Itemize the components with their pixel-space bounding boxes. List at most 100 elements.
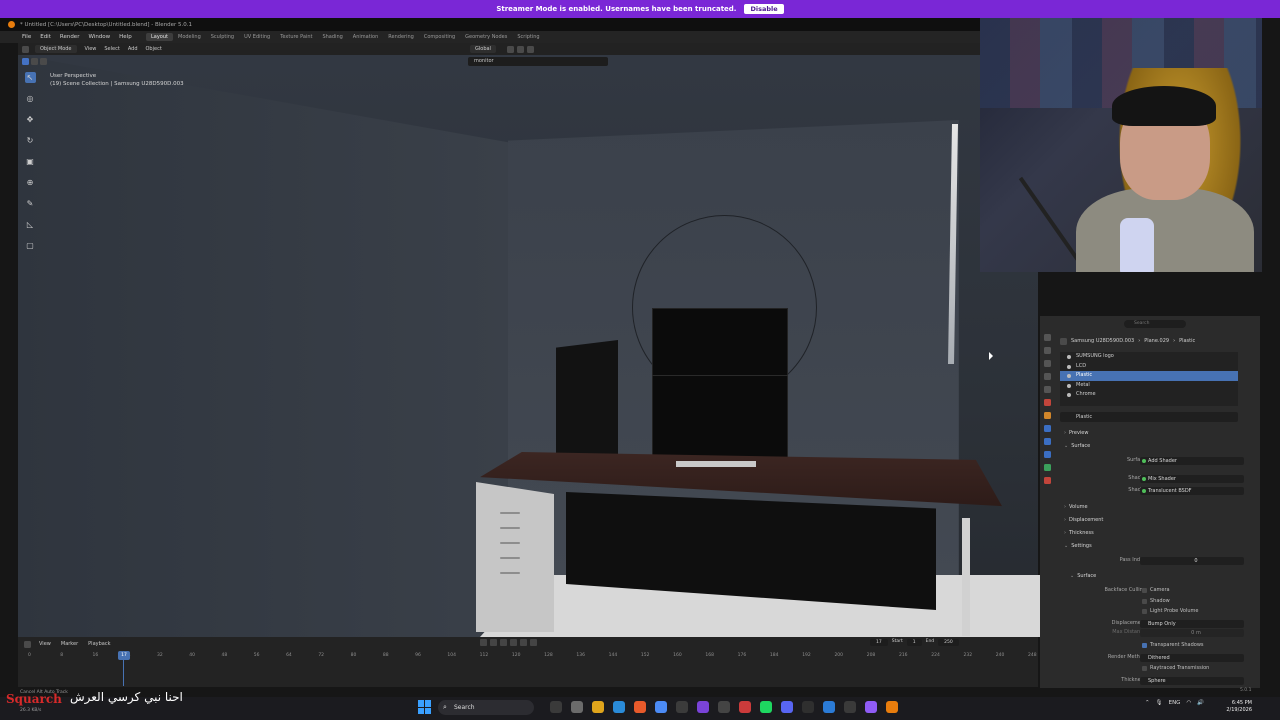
select-tool-icon[interactable]: ↖ bbox=[24, 72, 36, 83]
monitor-object[interactable] bbox=[652, 308, 788, 458]
tool-tab-icon[interactable] bbox=[1044, 334, 1051, 341]
current-frame-field[interactable]: 17 bbox=[870, 639, 888, 646]
menu-file[interactable]: File bbox=[22, 34, 31, 40]
cursor-tool-icon[interactable]: ◎ bbox=[25, 93, 36, 104]
menu-render[interactable]: Render bbox=[60, 34, 80, 40]
timeline-view-menu[interactable]: View bbox=[39, 641, 51, 647]
jump-keyframe-back-icon[interactable] bbox=[490, 639, 497, 646]
section-preview[interactable]: Preview bbox=[1064, 430, 1088, 436]
output-tab-icon[interactable] bbox=[1044, 360, 1051, 367]
shadow-checkbox[interactable]: Shadow bbox=[1142, 598, 1170, 604]
drawer-cabinet-object[interactable] bbox=[476, 482, 554, 632]
displacement-dropdown[interactable]: Bump Only bbox=[1140, 620, 1244, 628]
timeline-ruler[interactable]: 0816243240485664728088961041121201281361… bbox=[18, 652, 1038, 662]
thickness-dropdown[interactable]: Sphere bbox=[1140, 677, 1244, 685]
start-frame-field[interactable]: 1 bbox=[906, 639, 922, 646]
header-object-menu[interactable]: Object bbox=[146, 46, 162, 52]
taskbar-clock[interactable]: 6:45 PM 2/19/2026 bbox=[1222, 700, 1252, 714]
scene-tab-icon[interactable] bbox=[1044, 386, 1051, 393]
wifi-icon[interactable]: ◠ bbox=[1186, 700, 1191, 706]
section-volume[interactable]: Volume bbox=[1064, 504, 1088, 510]
tab-geometry-nodes[interactable]: Geometry Nodes bbox=[460, 33, 512, 41]
chrome-icon[interactable] bbox=[613, 701, 625, 713]
pass-index-field[interactable]: 0 bbox=[1140, 557, 1244, 565]
timeline-editor-type-icon[interactable] bbox=[24, 640, 31, 648]
tray-overflow-icon[interactable]: ⌃ bbox=[1145, 700, 1150, 706]
header-select-menu[interactable]: Select bbox=[104, 46, 119, 52]
discord-icon[interactable] bbox=[781, 701, 793, 713]
material-slot[interactable]: Metal bbox=[1060, 381, 1238, 391]
windows-start-button[interactable] bbox=[418, 700, 432, 714]
raytraced-transmission-checkbox[interactable]: Raytraced Transmission bbox=[1142, 665, 1209, 671]
properties-search-input[interactable]: Search bbox=[1124, 320, 1186, 328]
menu-window[interactable]: Window bbox=[88, 34, 110, 40]
tab-layout[interactable]: Layout bbox=[146, 33, 173, 41]
surface-shader-field[interactable]: Add Shader bbox=[1140, 457, 1244, 465]
physics-tab-icon[interactable] bbox=[1044, 451, 1051, 458]
scale-tool-icon[interactable]: ▣ bbox=[25, 156, 36, 167]
orientation-dropdown[interactable]: Global bbox=[470, 45, 496, 53]
language-indicator[interactable]: ENG bbox=[1169, 700, 1181, 706]
transform-tool-icon[interactable]: ⊕ bbox=[25, 177, 36, 188]
section-settings-surface[interactable]: Surface bbox=[1070, 573, 1096, 579]
tab-shading[interactable]: Shading bbox=[317, 33, 347, 41]
material-name-field[interactable]: Plastic bbox=[1060, 412, 1238, 422]
menu-edit[interactable]: Edit bbox=[40, 34, 51, 40]
material-slot[interactable]: SUMSUNG logo bbox=[1060, 352, 1238, 362]
timeline-playhead[interactable]: 17 bbox=[118, 651, 130, 660]
select-mode-icon[interactable] bbox=[31, 57, 38, 65]
vscode-icon[interactable] bbox=[823, 701, 835, 713]
render-tab-icon[interactable] bbox=[1044, 347, 1051, 354]
object-mode-dropdown[interactable]: Object Mode bbox=[35, 45, 77, 53]
max-distance-field[interactable]: 0 m bbox=[1140, 629, 1244, 637]
section-surface[interactable]: Surface bbox=[1064, 443, 1090, 449]
jump-start-icon[interactable] bbox=[480, 639, 487, 646]
world-tab-icon[interactable] bbox=[1044, 399, 1051, 406]
select-box-icon[interactable] bbox=[22, 57, 29, 65]
brave-icon[interactable] bbox=[634, 701, 646, 713]
taskbar-search[interactable]: ⌕ Search bbox=[438, 700, 534, 715]
blender-taskbar-icon[interactable] bbox=[886, 701, 898, 713]
spotify-icon[interactable] bbox=[760, 701, 772, 713]
camera-checkbox[interactable]: Camera bbox=[1142, 587, 1170, 593]
mic-icon[interactable]: 🎙 bbox=[1156, 700, 1163, 706]
object-tab-icon[interactable] bbox=[1044, 412, 1051, 419]
menu-help[interactable]: Help bbox=[119, 34, 132, 40]
view-layer-tab-icon[interactable] bbox=[1044, 373, 1051, 380]
keyboard-object[interactable] bbox=[676, 461, 756, 467]
vpn-icon[interactable] bbox=[865, 701, 877, 713]
section-thickness[interactable]: Thickness bbox=[1064, 530, 1094, 536]
tab-compositing[interactable]: Compositing bbox=[419, 33, 460, 41]
play-icon[interactable] bbox=[510, 639, 517, 646]
widgets-icon[interactable] bbox=[571, 701, 583, 713]
disable-streamer-mode-button[interactable]: Disable bbox=[744, 4, 784, 14]
terminal-icon[interactable] bbox=[676, 701, 688, 713]
header-add-menu[interactable]: Add bbox=[128, 46, 138, 52]
tab-modeling[interactable]: Modeling bbox=[173, 33, 206, 41]
rotate-tool-icon[interactable]: ↻ bbox=[25, 135, 36, 146]
tab-rendering[interactable]: Rendering bbox=[383, 33, 419, 41]
editor-type-icon[interactable] bbox=[22, 45, 29, 53]
transparent-shadows-checkbox[interactable]: Transparent Shadows bbox=[1142, 642, 1204, 648]
media-player-icon[interactable] bbox=[739, 701, 751, 713]
volume-icon[interactable]: 🔊 bbox=[1197, 700, 1204, 706]
light-probe-checkbox[interactable]: Light Probe Volume bbox=[1142, 608, 1198, 614]
material-slot[interactable]: LCD bbox=[1060, 362, 1238, 372]
speaker-object[interactable] bbox=[556, 340, 618, 468]
tab-animation[interactable]: Animation bbox=[348, 33, 384, 41]
section-displacement[interactable]: Displacement bbox=[1064, 517, 1103, 523]
file-explorer-icon[interactable] bbox=[592, 701, 604, 713]
task-view-icon[interactable] bbox=[550, 701, 562, 713]
app-icon[interactable] bbox=[844, 701, 856, 713]
viewport-search-input[interactable]: monitor bbox=[468, 57, 608, 66]
annotate-tool-icon[interactable]: ✎ bbox=[25, 198, 36, 209]
material-tab-icon[interactable] bbox=[1044, 477, 1051, 484]
add-cube-tool-icon[interactable]: ▢ bbox=[25, 240, 36, 251]
timeline-playback-menu[interactable]: Playback bbox=[88, 641, 110, 647]
move-tool-icon[interactable]: ✥ bbox=[25, 114, 36, 125]
select-mode-icon[interactable] bbox=[40, 57, 47, 65]
proportional-edit-icon[interactable] bbox=[526, 45, 534, 53]
material-slot[interactable]: Chrome bbox=[1060, 390, 1238, 400]
snap-icon[interactable] bbox=[516, 45, 524, 53]
tab-uv-editing[interactable]: UV Editing bbox=[239, 33, 275, 41]
